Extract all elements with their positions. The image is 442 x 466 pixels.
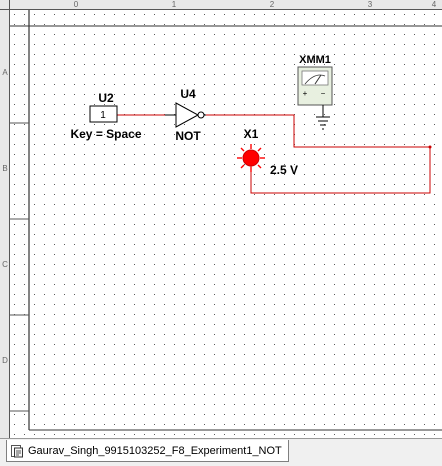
switch-value: 1	[100, 110, 106, 121]
ruler-column-label: 4	[431, 0, 437, 9]
ruler-column-label: 0	[73, 0, 79, 9]
switch-key-label: Key = Space	[70, 127, 141, 141]
ruler-row-label: A	[2, 68, 8, 77]
left-ruler: A B C D	[0, 10, 10, 438]
top-ruler: 0 1 2 3 4	[10, 0, 442, 10]
switch-ref-label: U2	[98, 91, 114, 105]
document-tab[interactable]: Gaurav_Singh_9915103252_F8_Experiment1_N…	[6, 440, 289, 462]
probe-voltage-label: 2.5 V	[270, 163, 298, 177]
schematic-sheet[interactable]: U2 1 Key = Space U4 NOT X1 2.5 V + − XMM…	[10, 10, 442, 438]
meter-minus-terminal: −	[321, 89, 326, 98]
ruler-column-label: 1	[171, 0, 177, 9]
ruler-row-label: D	[2, 356, 8, 365]
wire-junction	[428, 145, 432, 149]
ruler-column-label: 3	[367, 0, 373, 9]
grid-dots	[10, 10, 442, 438]
probe-ref-label: X1	[244, 127, 259, 141]
schematic-canvas[interactable]: 0 1 2 3 4 A B C D U2 1 Key = Space U4 NO…	[0, 0, 442, 438]
probe-lamp-x1[interactable]	[237, 144, 265, 172]
document-tab-bar: Gaurav_Singh_9915103252_F8_Experiment1_N…	[0, 438, 442, 466]
document-tab-label: Gaurav_Singh_9915103252_F8_Experiment1_N…	[28, 444, 282, 457]
schematic-document-icon	[11, 444, 23, 457]
ruler-column-label: 2	[269, 0, 275, 9]
gate-type-label: NOT	[175, 129, 201, 143]
gate-ref-label: U4	[180, 87, 196, 101]
ruler-row-label: B	[2, 164, 8, 173]
ruler-corner	[0, 0, 10, 10]
meter-plus-terminal: +	[303, 89, 308, 98]
ruler-row-label: C	[2, 260, 8, 269]
meter-ref-label: XMM1	[299, 54, 331, 66]
